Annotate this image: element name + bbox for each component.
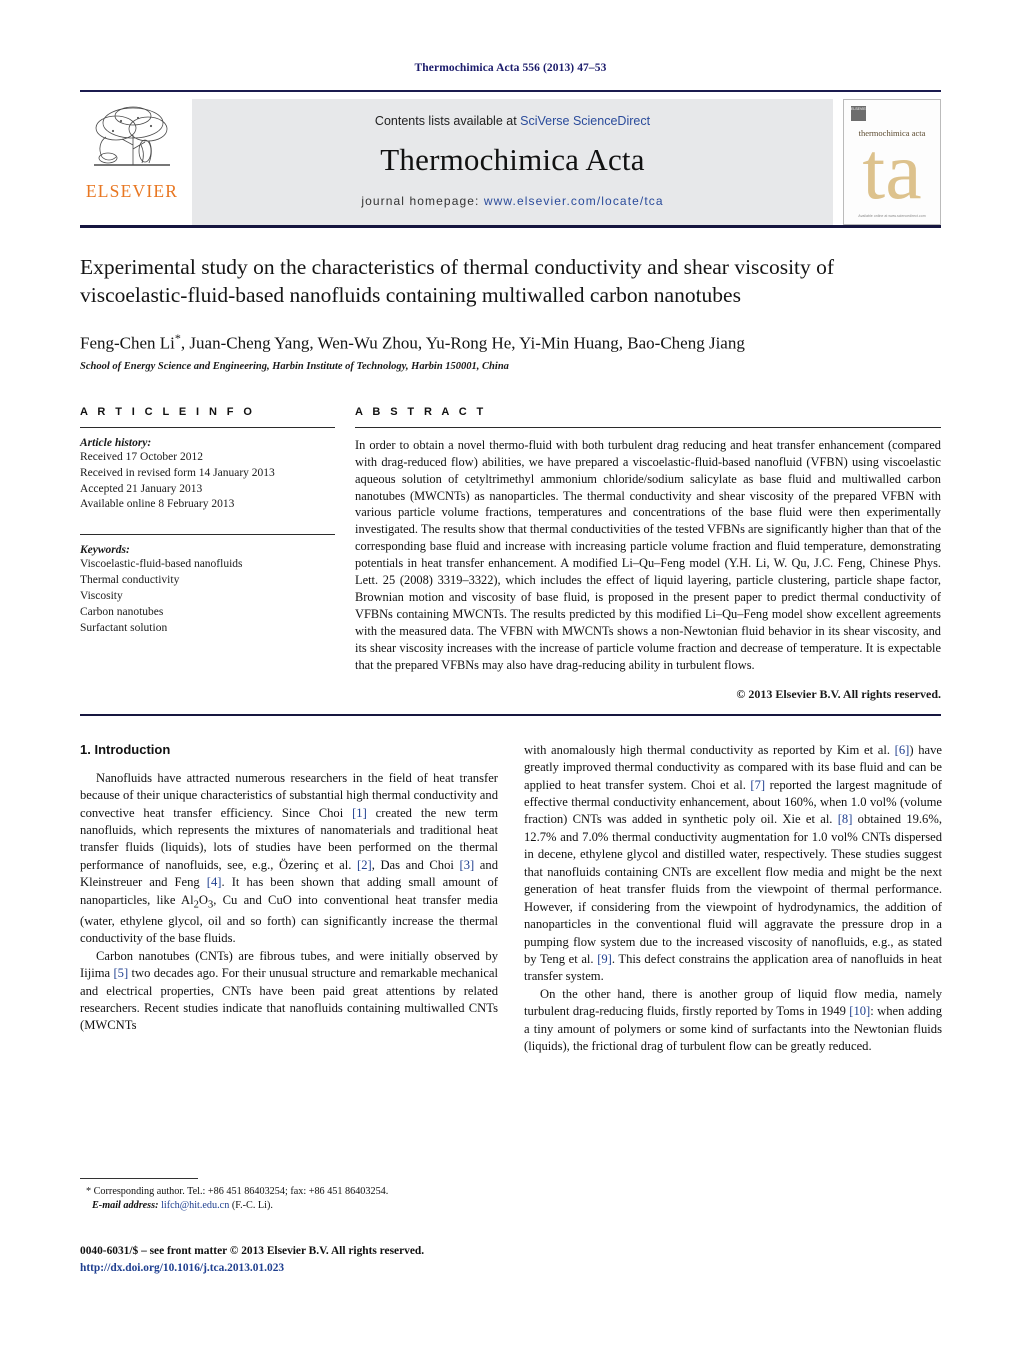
homepage-prefix: journal homepage:: [361, 194, 484, 208]
abstract-rule: [355, 426, 941, 428]
issn-line: 0040-6031/$ – see front matter © 2013 El…: [80, 1245, 425, 1257]
citation-ref[interactable]: [4]: [207, 875, 222, 889]
corresponding-marker: *: [86, 1186, 92, 1197]
article-history-label: Article history:: [80, 436, 152, 449]
elsevier-wordmark: ELSEVIER: [85, 181, 179, 201]
citation-ref[interactable]: [7]: [750, 778, 765, 792]
paragraph: with anomalously high thermal conductivi…: [524, 742, 943, 984]
cover-monogram: ta: [862, 125, 922, 216]
paragraph: On the other hand, there is another grou…: [524, 986, 942, 1054]
contents-line: Contents lists available at SciVerse Sci…: [375, 114, 650, 128]
keywords-label: Keywords:: [80, 544, 130, 557]
abstract-column: A B S T R A C T In order to obtain a nov…: [335, 406, 941, 702]
email-label: E-mail address:: [92, 1200, 159, 1212]
journal-article-page: Thermochimica Acta 556 (2013) 47–53 ELSE…: [0, 0, 1021, 1351]
sciencedirect-link[interactable]: SciVerse ScienceDirect: [520, 114, 650, 128]
email-note: E-mail address: lifch@hit.edu.cn (F.-C. …: [80, 1199, 498, 1213]
keyword-item: Thermal conductivity: [80, 574, 180, 587]
citation-ref[interactable]: [8]: [838, 812, 853, 826]
imprint-block: 0040-6031/$ – see front matter © 2013 El…: [80, 1243, 680, 1276]
footnote-area: * Corresponding author. Tel.: +86 451 86…: [80, 1178, 498, 1214]
abstract-bottom-rule: [80, 713, 941, 716]
history-accepted: Accepted 21 January 2013: [80, 482, 203, 495]
article-info-heading: A R T I C L E I N F O: [80, 405, 256, 418]
author-list: Feng-Chen Li*, Juan-Cheng Yang, Wen-Wu Z…: [80, 330, 745, 353]
abstract-text: In order to obtain a novel thermo-fluid …: [355, 437, 941, 672]
abstract-copyright: © 2013 Elsevier B.V. All rights reserved…: [736, 686, 941, 701]
keyword-item: Viscosity: [80, 589, 123, 602]
citation-ref[interactable]: [10]: [849, 1004, 870, 1018]
footnote-rule: [80, 1178, 198, 1179]
citation-ref[interactable]: [1]: [352, 806, 367, 820]
abstract-heading: A B S T R A C T: [355, 405, 487, 418]
corresponding-text: Corresponding author. Tel.: +86 451 8640…: [93, 1186, 389, 1197]
title-block: Experimental study on the characteristic…: [80, 228, 941, 372]
article-info-rule: [80, 426, 335, 428]
section-heading-introduction: 1. Introduction: [80, 741, 171, 757]
journal-masthead: ELSEVIER Contents lists available at Sci…: [80, 90, 941, 225]
journal-cover-thumbnail[interactable]: ELSEVIER thermochimica acta ta Available…: [843, 99, 941, 225]
paragraph: Carbon nanotubes (CNTs) are fibrous tube…: [80, 948, 498, 1033]
corresponding-author-note: * Corresponding author. Tel.: +86 451 86…: [80, 1185, 498, 1199]
email-link[interactable]: lifch@hit.edu.cn: [161, 1200, 229, 1211]
running-head: Thermochimica Acta 556 (2013) 47–53: [414, 62, 607, 74]
history-online: Available online 8 February 2013: [80, 498, 235, 511]
citation-ref[interactable]: [3]: [460, 858, 475, 872]
body-columns: 1. Introduction Nanofluids have attracte…: [80, 742, 942, 1056]
article-info-column: A R T I C L E I N F O Article history: R…: [80, 406, 335, 637]
keyword-item: Surfactant solution: [80, 621, 168, 634]
journal-homepage-line: journal homepage: www.elsevier.com/locat…: [361, 194, 663, 208]
doi-link[interactable]: http://dx.doi.org/10.1016/j.tca.2013.01.…: [80, 1262, 284, 1274]
email-suffix: (F.-C. Li).: [231, 1200, 273, 1212]
journal-title: Thermochimica Acta: [380, 142, 645, 177]
paragraph: Nanofluids have attracted numerous resea…: [80, 770, 499, 946]
history-revised: Received in revised form 14 January 2013: [80, 466, 275, 479]
corresponding-author-marker: *: [174, 330, 181, 345]
cover-publisher-badge: ELSEVIER: [851, 106, 868, 121]
elsevier-tree-icon: [94, 106, 170, 166]
affiliation: School of Energy Science and Engineering…: [80, 360, 509, 372]
cover-footer-text: Available online at www.sciencedirect.co…: [858, 214, 926, 218]
journal-homepage-link[interactable]: www.elsevier.com/locate/tca: [484, 194, 664, 208]
body-column-right: with anomalously high thermal conductivi…: [524, 742, 942, 1056]
citation-ref[interactable]: [2]: [357, 858, 372, 872]
elsevier-logo: ELSEVIER: [80, 99, 184, 225]
keyword-item: Viscoelastic-fluid-based nanofluids: [80, 558, 243, 571]
citation-ref[interactable]: [9]: [597, 952, 612, 966]
journal-banner: Contents lists available at SciVerse Sci…: [192, 99, 833, 225]
info-abstract-row: A R T I C L E I N F O Article history: R…: [80, 406, 941, 702]
body-column-left: 1. Introduction Nanofluids have attracte…: [80, 742, 498, 1056]
citation-ref[interactable]: [6]: [895, 743, 910, 757]
keyword-item: Carbon nanotubes: [80, 605, 164, 618]
contents-prefix: Contents lists available at: [374, 114, 521, 128]
page-title: Experimental study on the characteristic…: [80, 255, 835, 307]
citation-ref[interactable]: [5]: [113, 966, 128, 980]
history-received: Received 17 October 2012: [80, 450, 203, 463]
keywords-rule: [80, 534, 335, 536]
